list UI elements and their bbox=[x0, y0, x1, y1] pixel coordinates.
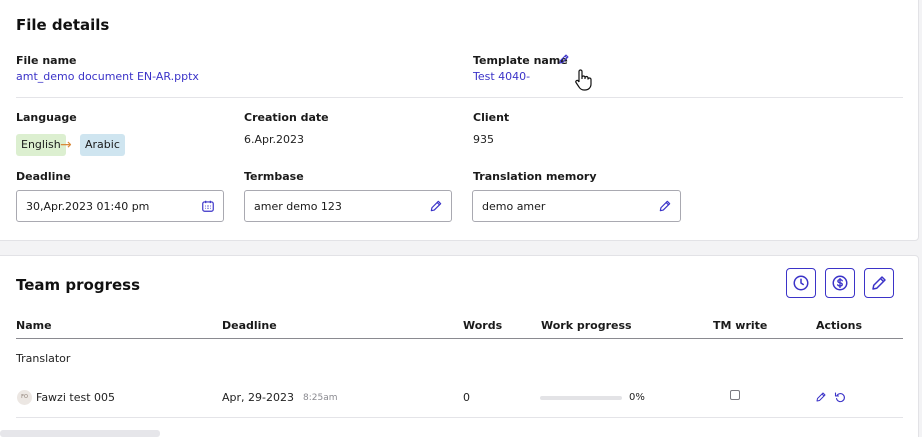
client-value: 935 bbox=[473, 133, 494, 146]
tm-write-checkbox[interactable] bbox=[730, 390, 740, 400]
file-name-link[interactable]: amt_demo document EN-AR.pptx bbox=[16, 70, 199, 83]
history-button[interactable] bbox=[786, 268, 816, 298]
creation-date-label: Creation date bbox=[244, 111, 329, 124]
cost-button[interactable] bbox=[825, 268, 855, 298]
work-progress-percent: 0% bbox=[629, 392, 645, 403]
calendar-icon[interactable] bbox=[201, 199, 215, 213]
column-header-words: Words bbox=[463, 319, 503, 332]
column-header-work-progress: Work progress bbox=[541, 319, 632, 332]
group-label-translator: Translator bbox=[16, 352, 71, 365]
column-header-tm-write: TM write bbox=[713, 319, 768, 332]
termbase-field-value: amer demo 123 bbox=[254, 200, 342, 213]
clock-icon bbox=[793, 275, 809, 291]
termbase-label: Termbase bbox=[244, 170, 304, 183]
source-language-chip: English bbox=[16, 134, 66, 156]
row-words: 0 bbox=[463, 391, 470, 404]
pencil-icon[interactable] bbox=[658, 199, 672, 213]
assignee-name: Fawzi test 005 bbox=[36, 391, 115, 404]
arrow-right-icon: → bbox=[60, 137, 72, 153]
deadline-field-value: 30,Apr.2023 01:40 pm bbox=[26, 200, 150, 213]
hand-cursor-icon bbox=[575, 69, 592, 91]
undo-icon[interactable] bbox=[834, 391, 846, 403]
client-label: Client bbox=[473, 111, 510, 124]
team-progress-title: Team progress bbox=[16, 276, 140, 294]
row-divider bbox=[16, 417, 903, 418]
pencil-icon[interactable] bbox=[558, 53, 570, 65]
column-header-actions: Actions bbox=[816, 319, 862, 332]
pencil-icon[interactable] bbox=[429, 199, 443, 213]
column-header-deadline: Deadline bbox=[222, 319, 277, 332]
creation-date-value: 6.Apr.2023 bbox=[244, 133, 305, 146]
column-header-name: Name bbox=[16, 319, 52, 332]
avatar: FO bbox=[17, 390, 32, 405]
translation-memory-field[interactable]: demo amer bbox=[472, 190, 681, 222]
deadline-label: Deadline bbox=[16, 170, 71, 183]
pencil-icon[interactable] bbox=[815, 391, 827, 403]
translation-memory-field-value: demo amer bbox=[482, 200, 546, 213]
edit-team-button[interactable] bbox=[864, 268, 894, 298]
work-progress-bar bbox=[540, 396, 622, 400]
row-deadline-date: Apr, 29-2023 bbox=[222, 391, 294, 404]
horizontal-scrollbar[interactable] bbox=[0, 430, 160, 437]
translation-memory-label: Translation memory bbox=[473, 170, 597, 183]
table-header-divider bbox=[16, 338, 903, 339]
target-language-chip: Arabic bbox=[80, 134, 125, 156]
termbase-field[interactable]: amer demo 123 bbox=[244, 190, 452, 222]
row-deadline-time: 8:25am bbox=[303, 393, 338, 403]
file-details-title: File details bbox=[16, 16, 110, 34]
file-name-label: File name bbox=[16, 54, 77, 67]
language-label: Language bbox=[16, 111, 77, 124]
dollar-icon bbox=[832, 275, 848, 291]
deadline-field[interactable]: 30,Apr.2023 01:40 pm bbox=[16, 190, 224, 222]
pencil-icon bbox=[872, 276, 886, 290]
details-divider bbox=[16, 97, 903, 98]
template-name-label: Template name bbox=[473, 54, 568, 67]
template-name-link[interactable]: Test 4040- bbox=[473, 70, 530, 83]
